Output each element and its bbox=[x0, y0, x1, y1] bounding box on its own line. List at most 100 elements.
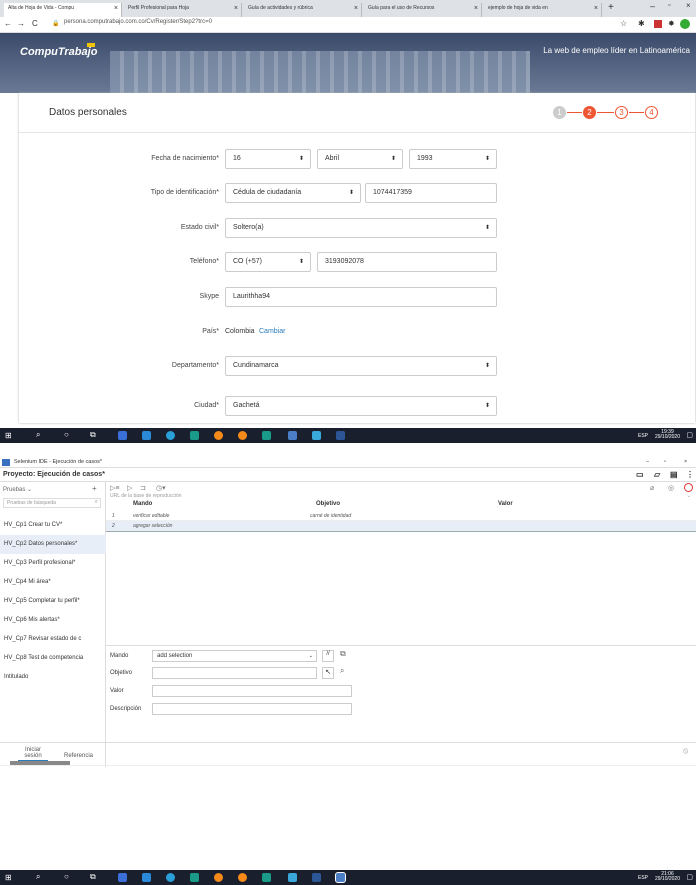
test-item[interactable]: Intitulado bbox=[0, 668, 106, 687]
mail-icon[interactable] bbox=[142, 873, 151, 882]
file-explorer-icon[interactable] bbox=[118, 431, 127, 440]
mail-icon[interactable] bbox=[142, 431, 151, 440]
extension-icon[interactable] bbox=[654, 20, 662, 28]
record-icon[interactable] bbox=[684, 483, 693, 492]
app-icon[interactable] bbox=[288, 873, 297, 882]
cortana-icon[interactable]: ○ bbox=[64, 872, 69, 881]
language-indicator[interactable]: ESP bbox=[638, 433, 648, 439]
target-input[interactable] bbox=[152, 667, 317, 679]
skype-input[interactable]: Laurithha94 bbox=[225, 287, 497, 307]
maximize-icon[interactable]: ▫ bbox=[668, 2, 670, 9]
birth-day-select[interactable]: 16 ⬍ bbox=[225, 149, 311, 169]
project-title[interactable]: Proyecto: Ejecución de casos* bbox=[3, 471, 105, 478]
open-reference-icon[interactable]: ⧉ bbox=[340, 649, 346, 659]
comment-toggle-button[interactable]: // bbox=[322, 650, 334, 662]
notification-icon[interactable]: ▢ bbox=[686, 431, 693, 439]
word-icon[interactable] bbox=[336, 431, 345, 440]
close-icon[interactable]: × bbox=[474, 5, 478, 12]
selenium-icon[interactable] bbox=[335, 872, 346, 883]
clock[interactable]: 21:06 29/10/2020 bbox=[655, 872, 680, 882]
new-tab-icon[interactable]: + bbox=[608, 2, 614, 13]
value-input[interactable] bbox=[152, 685, 352, 697]
birth-month-select[interactable]: Abril ⬍ bbox=[317, 149, 403, 169]
edge-icon[interactable] bbox=[166, 431, 175, 440]
app-icon[interactable] bbox=[190, 873, 199, 882]
star-icon[interactable]: ☆ bbox=[620, 19, 627, 28]
new-folder-icon[interactable]: ▭ bbox=[636, 470, 644, 479]
avatar[interactable] bbox=[680, 19, 690, 29]
open-folder-icon[interactable]: ▱ bbox=[654, 470, 660, 479]
firefox-icon[interactable] bbox=[238, 431, 247, 440]
department-select[interactable]: Cundinamarca ⬍ bbox=[225, 356, 497, 376]
selenium-icon[interactable] bbox=[288, 431, 297, 440]
firefox-icon[interactable] bbox=[214, 873, 223, 882]
task-view-icon[interactable]: ⧉ bbox=[90, 872, 96, 882]
firefox-icon[interactable] bbox=[214, 431, 223, 440]
test-item[interactable]: HV_Cp5 Completar tu perfil* bbox=[0, 592, 106, 611]
back-icon[interactable]: ← bbox=[4, 19, 12, 28]
windows-start-icon[interactable]: ⊞ bbox=[5, 873, 14, 882]
table-row[interactable]: 2 agregar selección bbox=[106, 521, 696, 531]
close-icon[interactable]: × bbox=[354, 5, 358, 12]
tab-log[interactable]: Iniciar sesión bbox=[18, 747, 48, 761]
id-type-select[interactable]: Cédula de ciudadanía ⬍ bbox=[225, 183, 361, 203]
test-item[interactable]: HV_Cp3 Perfil profesional* bbox=[0, 554, 106, 573]
close-icon[interactable]: × bbox=[114, 5, 118, 12]
close-icon[interactable]: × bbox=[594, 5, 598, 12]
civil-status-select[interactable]: Soltero(a) ⬍ bbox=[225, 218, 497, 238]
extension-icon[interactable]: ✱ bbox=[638, 19, 645, 28]
phone-code-select[interactable]: CO (+57) ⬍ bbox=[225, 252, 311, 272]
tab-guia-recursos[interactable]: Guía para el uso de Recursos × bbox=[364, 3, 482, 17]
tab-guia-actividades[interactable]: Guía de actividades y rúbrica × bbox=[244, 3, 362, 17]
disable-breakpoints-icon[interactable]: ⌀ bbox=[650, 484, 654, 492]
app-icon[interactable] bbox=[312, 431, 321, 440]
city-select[interactable]: Gachetá ⬍ bbox=[225, 396, 497, 416]
language-indicator[interactable]: ESP bbox=[638, 875, 648, 881]
test-item[interactable]: HV_Cp1 Crear tu CV* bbox=[0, 516, 106, 535]
task-view-icon[interactable]: ⧉ bbox=[90, 430, 96, 440]
run-icon[interactable]: ▷ bbox=[127, 484, 132, 492]
description-input[interactable] bbox=[152, 703, 352, 715]
test-item[interactable]: HV_Cp8 Test de competencia bbox=[0, 649, 106, 668]
puzzle-icon[interactable]: ✸ bbox=[668, 19, 675, 28]
clear-log-icon[interactable]: ⦸ bbox=[683, 746, 688, 756]
tab-perfil[interactable]: Perfil Profesional para Hoja × bbox=[124, 3, 242, 17]
maximize-icon[interactable]: ▫ bbox=[664, 459, 666, 465]
pause-exceptions-icon[interactable]: ◎ bbox=[668, 484, 674, 492]
test-item[interactable]: HV_Cp2 Datos personales* bbox=[0, 535, 106, 554]
edge-icon[interactable] bbox=[166, 873, 175, 882]
app-icon[interactable] bbox=[190, 431, 199, 440]
minimize-icon[interactable]: – bbox=[650, 1, 655, 11]
add-test-icon[interactable]: + bbox=[92, 484, 97, 493]
forward-icon[interactable]: → bbox=[17, 19, 25, 28]
cortana-icon[interactable]: ○ bbox=[64, 430, 69, 439]
run-all-icon[interactable]: ▷≡ bbox=[110, 484, 119, 492]
search-icon[interactable]: ⌕ bbox=[36, 872, 40, 882]
tab-computrabajo[interactable]: Alta de Hoja de Vida - Compu × bbox=[4, 3, 122, 17]
speed-icon[interactable]: ◷▾ bbox=[156, 484, 166, 492]
file-explorer-icon[interactable] bbox=[118, 873, 127, 882]
table-row[interactable]: 1 verificar editable carné de identidad bbox=[106, 511, 696, 521]
site-logo[interactable]: CompuTrabajo bbox=[20, 46, 97, 58]
test-item[interactable]: HV_Cp4 Mi área* bbox=[0, 573, 106, 592]
search-icon[interactable]: ⌕ bbox=[36, 430, 40, 440]
app-icon[interactable] bbox=[262, 873, 271, 882]
firefox-icon[interactable] bbox=[238, 873, 247, 882]
word-icon[interactable] bbox=[312, 873, 321, 882]
birth-year-select[interactable]: 1993 ⬍ bbox=[409, 149, 497, 169]
search-icon[interactable]: ⌕ bbox=[340, 666, 344, 676]
windows-start-icon[interactable]: ⊞ bbox=[5, 431, 14, 440]
close-window-icon[interactable]: × bbox=[686, 1, 691, 10]
close-icon[interactable]: × bbox=[234, 5, 238, 12]
save-icon[interactable]: ▤ bbox=[670, 470, 678, 479]
notification-icon[interactable]: ▢ bbox=[686, 873, 693, 881]
change-country-link[interactable]: Cambiar bbox=[259, 328, 285, 335]
clock[interactable]: 19:39 29/10/2020 bbox=[655, 430, 680, 440]
step-icon[interactable]: ⊐ bbox=[140, 484, 146, 492]
close-window-icon[interactable]: × bbox=[684, 459, 687, 465]
more-icon[interactable]: ⋮ bbox=[686, 470, 694, 479]
tab-reference[interactable]: Referencia bbox=[64, 753, 93, 759]
base-url-input[interactable]: URL de la base de reproducción ⌄ bbox=[110, 493, 693, 501]
id-number-input[interactable]: 1074417359 bbox=[365, 183, 497, 203]
app-icon[interactable] bbox=[262, 431, 271, 440]
